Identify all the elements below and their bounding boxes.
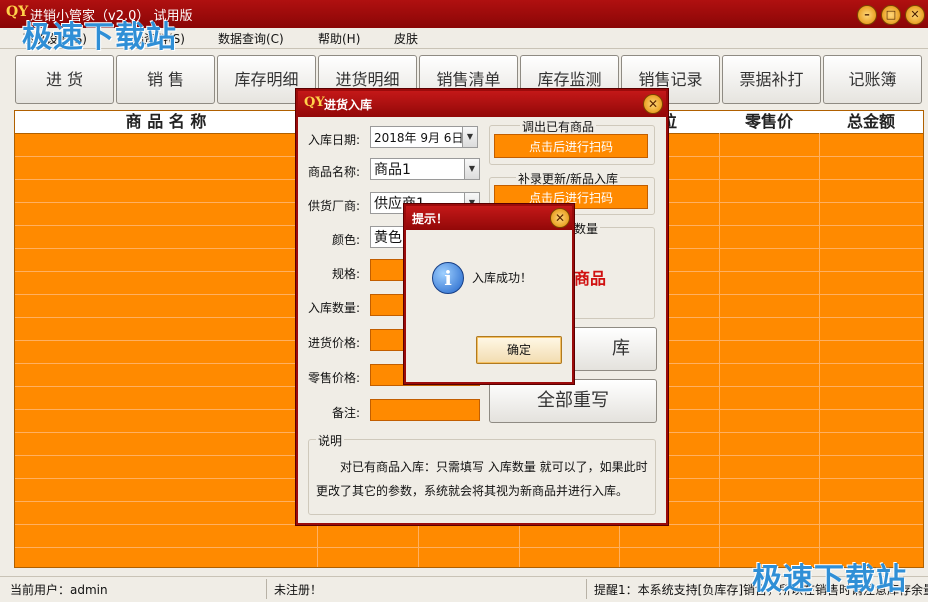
- chevron-down-icon[interactable]: ▼: [462, 127, 477, 147]
- watermark-top: 极速下载站: [22, 20, 177, 55]
- status-separator: [586, 579, 587, 599]
- purchase-price-label: 进货价格:: [307, 336, 360, 350]
- alert-title: 提示！: [412, 212, 449, 226]
- product-name-label: 商品名称:: [307, 165, 360, 179]
- status-current-user: 当前用户：admin: [10, 583, 108, 597]
- alert-close-icon[interactable]: ✕: [550, 208, 570, 228]
- dialog-logo: QY: [304, 95, 325, 110]
- column-retail-price[interactable]: 零售价: [719, 111, 819, 133]
- info-icon: i: [432, 262, 464, 294]
- close-icon[interactable]: ✕: [905, 5, 925, 25]
- column-total-amount[interactable]: 总金额: [819, 111, 923, 133]
- existing-product-title: 调出已有商品: [520, 118, 597, 135]
- status-separator: [266, 579, 267, 599]
- instructions-title: 说明: [316, 432, 345, 449]
- color-value: 黄色: [374, 230, 402, 246]
- status-registration: 未注册！: [274, 583, 323, 597]
- sales-button[interactable]: 销 售: [116, 55, 215, 104]
- chevron-down-icon[interactable]: ▼: [464, 159, 479, 179]
- stock-in-label: 库: [612, 338, 630, 359]
- reprint-receipt-button[interactable]: 票据补打: [722, 55, 821, 104]
- dialog-title: 进货入库: [324, 98, 373, 112]
- date-value: 2018年 9月 6日,: [374, 131, 468, 145]
- product-name-combo[interactable]: 商品1 ▼: [370, 158, 480, 180]
- success-alert: 提示！ ✕ i 入库成功！ 确定: [404, 204, 574, 384]
- watermark-bottom: 极速下载站: [752, 562, 907, 597]
- product-highlight-text: 商品: [574, 269, 607, 288]
- maximize-icon[interactable]: □: [881, 5, 901, 25]
- spec-label: 规格:: [331, 267, 360, 281]
- menu-skin[interactable]: 皮肤: [394, 30, 418, 47]
- reset-all-button[interactable]: 全部重写: [489, 379, 657, 423]
- ledger-button[interactable]: 记账簿: [823, 55, 922, 104]
- product-name-value: 商品1: [374, 162, 411, 178]
- vendor-label: 供货厂商:: [307, 199, 360, 213]
- date-picker[interactable]: 2018年 9月 6日, ▼: [370, 126, 478, 148]
- alert-message: 入库成功！: [472, 271, 533, 285]
- date-label: 入库日期:: [307, 133, 360, 147]
- quantity-group-title: 数量: [572, 220, 601, 237]
- column-product-name[interactable]: 商 品 名 称: [15, 111, 317, 133]
- color-label: 颜色:: [331, 233, 360, 247]
- quantity-label: 入库数量:: [307, 301, 360, 315]
- ok-button[interactable]: 确定: [476, 336, 562, 364]
- menu-help[interactable]: 帮助(H): [318, 30, 360, 47]
- dialog-title-bar: QY 进货入库 ✕: [298, 91, 666, 117]
- alert-title-bar: 提示！ ✕: [406, 206, 572, 230]
- note-label: 备注:: [331, 406, 360, 420]
- menu-data-query[interactable]: 数据查询(C): [218, 30, 284, 47]
- note-input[interactable]: [370, 399, 480, 421]
- scan-existing-button[interactable]: 点击后进行扫码: [494, 134, 648, 158]
- retail-price-label: 零售价格:: [307, 371, 360, 385]
- grid-row-line: [15, 547, 923, 548]
- minimize-icon[interactable]: –: [857, 5, 877, 25]
- instructions-text: 对已有商品入库：只需填写 入库数量 就可以了，如果此时更改了其它的参数，系统就会…: [316, 460, 648, 498]
- purchase-button[interactable]: 进 货: [15, 55, 114, 104]
- dialog-close-icon[interactable]: ✕: [643, 94, 663, 114]
